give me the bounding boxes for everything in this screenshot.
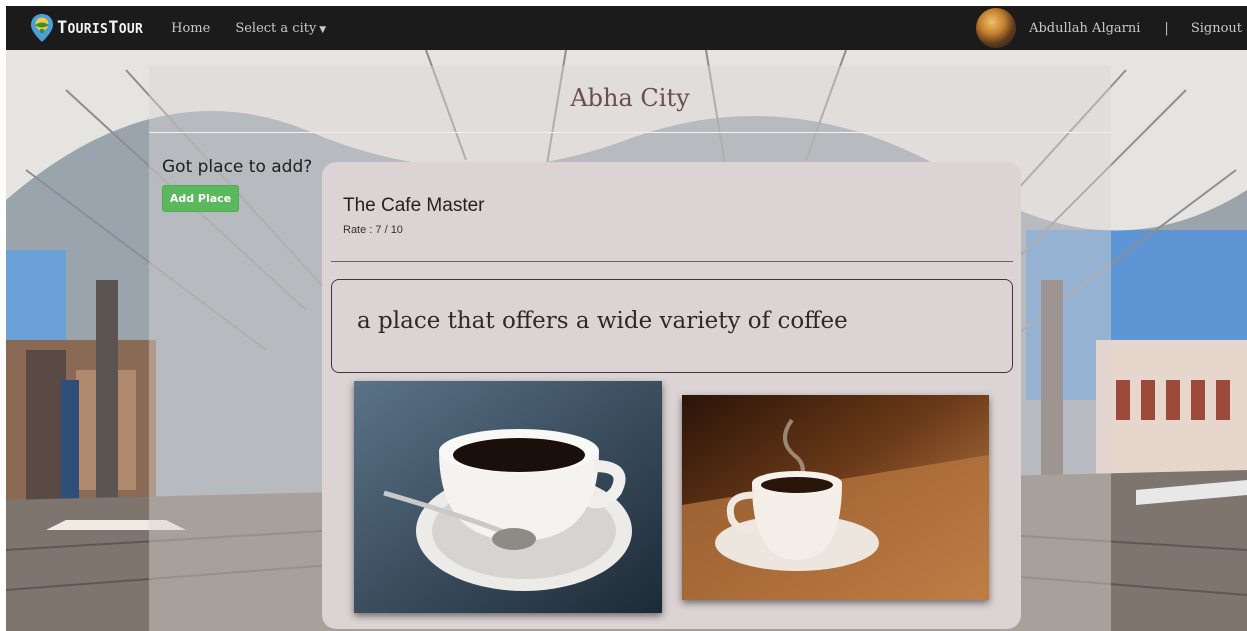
coffee-cup-photo-2 xyxy=(682,395,989,600)
page-title: Abha City xyxy=(570,84,690,112)
caret-down-icon: ▼ xyxy=(319,24,327,35)
nav-city-dropdown[interactable]: Select a city ▼ xyxy=(235,21,326,36)
brand[interactable]: TOURISTOUR xyxy=(30,6,143,50)
place-photo-2[interactable] xyxy=(682,395,989,600)
nav-separator: | xyxy=(1164,20,1169,36)
nav-city-dropdown-label: Select a city xyxy=(235,20,317,36)
card-divider xyxy=(331,261,1013,262)
brand-name: TOURISTOUR xyxy=(57,18,144,38)
signout-link[interactable]: Signout xyxy=(1191,21,1242,36)
nav-home-link[interactable]: Home xyxy=(171,21,210,36)
coffee-cup-photo-1 xyxy=(354,381,662,613)
place-description: a place that offers a wide variety of co… xyxy=(357,308,848,334)
place-photo-1[interactable] xyxy=(354,381,662,613)
navbar: TOURISTOUR Home Select a city ▼ Abdullah … xyxy=(6,6,1247,50)
user-name[interactable]: Abdullah Algarni xyxy=(1029,21,1140,36)
add-place-prompt: Got place to add? xyxy=(162,157,313,177)
place-rate: Rate : 7 / 10 xyxy=(343,224,403,236)
nav-user-area: Abdullah Algarni | Signout xyxy=(976,6,1247,50)
add-place-button[interactable]: Add Place xyxy=(162,185,239,212)
title-divider xyxy=(149,132,1111,133)
map-pin-globe-icon xyxy=(31,14,53,42)
place-name: The Cafe Master xyxy=(343,195,485,216)
avatar[interactable] xyxy=(976,8,1017,48)
